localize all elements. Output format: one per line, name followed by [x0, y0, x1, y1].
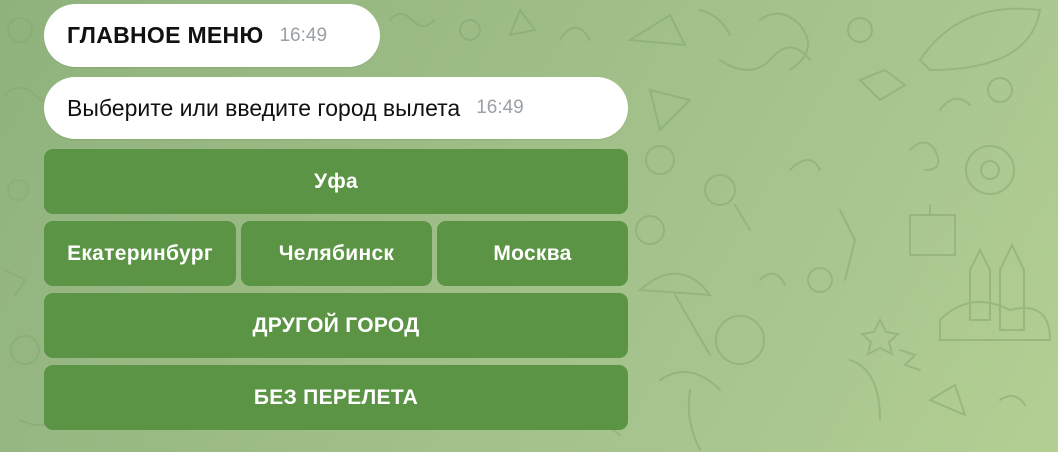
- message-timestamp: 16:49: [476, 97, 524, 118]
- message-bubble-main-menu: ГЛАВНОЕ МЕНЮ 16:49: [44, 4, 380, 67]
- keyboard-button-no-flight[interactable]: БЕЗ ПЕРЕЛЕТА: [44, 365, 628, 430]
- keyboard-button-yekaterinburg[interactable]: Екатеринбург: [44, 221, 236, 286]
- message-text: Выберите или введите город вылета: [67, 94, 461, 121]
- keyboard-button-chelyabinsk[interactable]: Челябинск: [241, 221, 432, 286]
- keyboard-button-ufa[interactable]: Уфа: [44, 149, 628, 214]
- message-timestamp: 16:49: [279, 24, 328, 46]
- keyboard-button-moscow[interactable]: Москва: [437, 221, 628, 286]
- keyboard-button-other-city[interactable]: ДРУГОЙ ГОРОД: [44, 293, 628, 358]
- message-bubble-choose-city: Выберите или введите город вылета 16:49: [44, 77, 628, 139]
- message-text: ГЛАВНОЕ МЕНЮ: [67, 22, 264, 48]
